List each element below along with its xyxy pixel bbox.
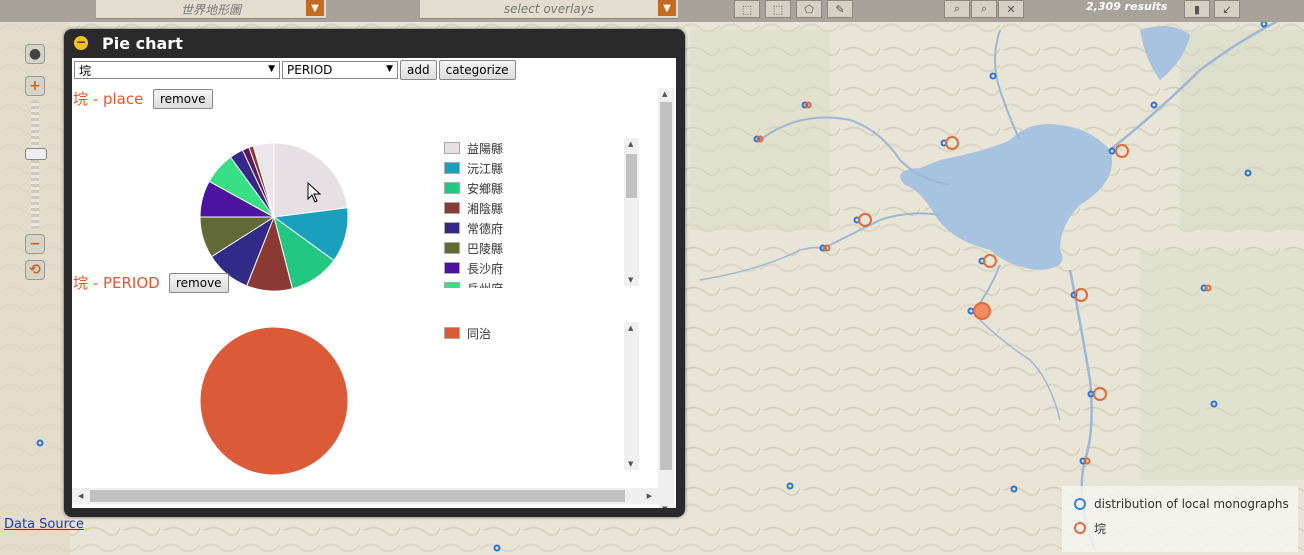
legend-item-label: 益陽縣 xyxy=(467,141,504,156)
pie-controls: 垸 ▼ PERIOD ▼ add categorize xyxy=(74,60,516,80)
circle-icon xyxy=(1074,498,1086,510)
legend-item: 安鄉縣 xyxy=(444,178,540,198)
legend-item-label: 岳州府 xyxy=(467,280,503,289)
add-button[interactable]: add xyxy=(400,60,437,80)
legend-label: distribution of local monographs xyxy=(1094,497,1289,511)
pie-slice[interactable] xyxy=(273,143,348,218)
pie-chart-window: − Pie chart 垸 ▼ PERIOD ▼ add categorize … xyxy=(64,29,685,517)
pane-vertical-scrollbar[interactable]: ▲ ▼ xyxy=(658,88,674,508)
basemap-select-value: 世界地形圖 xyxy=(180,2,241,17)
swatch xyxy=(444,162,460,174)
legend-item-label: 常德府 xyxy=(467,221,504,236)
pie-slice[interactable] xyxy=(200,327,349,476)
scroll-up-icon[interactable]: ▲ xyxy=(662,90,667,98)
legend-item-label: 沅江縣 xyxy=(467,161,504,176)
categorize-button[interactable]: categorize xyxy=(438,60,516,80)
scroll-left-icon[interactable]: ◀ xyxy=(78,492,83,500)
legend-item-label: 安鄉縣 xyxy=(467,181,504,196)
swatch xyxy=(444,242,460,254)
category-select[interactable]: PERIOD ▼ xyxy=(282,61,398,79)
scroll-down-icon[interactable]: ▼ xyxy=(628,276,633,284)
swatch xyxy=(444,262,460,274)
basemap-select[interactable]: 世界地形圖 ▼ xyxy=(96,0,326,19)
field-select-value: 垸 xyxy=(79,63,92,78)
legend-list-place: 益陽縣 沅江縣 安鄉縣 湘陰縣 常德府 巴陵縣 長沙府 岳州府 xyxy=(444,138,540,288)
legend-scrollbar-period[interactable]: ▲ ▼ xyxy=(624,322,639,470)
legend-item: 巴陵縣 xyxy=(444,238,540,258)
scrollbar-thumb[interactable] xyxy=(90,490,625,502)
data-source-link[interactable]: Data Source xyxy=(4,517,84,532)
clear-selection-icon[interactable]: ✎ xyxy=(827,0,853,18)
zoom-out-icon[interactable]: ⌕ xyxy=(971,0,997,18)
pie-chart-pane: 垸 ▼ PERIOD ▼ add categorize 垸 - place re… xyxy=(72,58,676,508)
legend-item: 垸 xyxy=(1062,516,1298,540)
window-title-bar[interactable]: − Pie chart xyxy=(64,29,685,57)
zoom-slider[interactable] xyxy=(25,100,47,230)
legend-item: distribution of local monographs xyxy=(1062,492,1298,516)
overlay-select[interactable]: select overlays ▼ xyxy=(420,0,678,19)
collapse-icon[interactable]: ↙ xyxy=(1214,0,1240,18)
legend-item: 沅江縣 xyxy=(444,158,540,178)
zoom-slider-thumb[interactable] xyxy=(25,148,47,160)
legend-item: 長沙府 xyxy=(444,258,540,278)
select-box-icon[interactable]: ⬚ xyxy=(734,0,760,18)
scroll-down-icon[interactable]: ▼ xyxy=(628,460,633,468)
reset-view-icon[interactable]: ⟲ xyxy=(25,260,45,280)
minimize-icon[interactable]: − xyxy=(74,36,88,50)
circle-icon xyxy=(1074,522,1086,534)
remove-button[interactable]: remove xyxy=(169,273,229,293)
legend-item-label: 湘陰縣 xyxy=(467,201,504,216)
chevron-down-icon: ▼ xyxy=(386,64,393,74)
field-select[interactable]: 垸 ▼ xyxy=(74,61,280,79)
legend-item: 常德府 xyxy=(444,218,540,238)
chevron-down-icon: ▼ xyxy=(268,64,275,74)
legend-item: 湘陰縣 xyxy=(444,198,540,218)
pan-icon[interactable]: ● xyxy=(25,44,45,64)
legend-item-label: 長沙府 xyxy=(467,261,504,276)
pane-horizontal-scrollbar[interactable]: ◀ ▶ xyxy=(72,488,658,504)
legend-item-label: 同治 xyxy=(467,326,492,341)
chevron-down-icon: ▼ xyxy=(306,0,324,16)
swatch xyxy=(444,327,460,339)
zoom-in-icon[interactable]: ⌕ xyxy=(944,0,970,18)
pie-chart-place xyxy=(200,143,349,292)
zoom-control: ● + − ⟲ xyxy=(22,44,48,280)
zoom-out-button[interactable]: − xyxy=(25,234,45,254)
chevron-down-icon: ▼ xyxy=(658,0,676,16)
legend-item: 益陽縣 xyxy=(444,138,540,158)
results-count: 2,309 results xyxy=(1086,0,1168,13)
select-circle-icon[interactable]: ⬚ xyxy=(765,0,791,18)
swatch xyxy=(444,182,460,194)
select-polygon-icon[interactable]: ⬠ xyxy=(796,0,822,18)
section-label: 垸 - PERIOD xyxy=(73,274,160,292)
top-toolbar: 世界地形圖 ▼ select overlays ▼ ⬚ ⬚ ⬠ ✎ ⌕ ⌕ ✕ … xyxy=(0,0,1304,22)
legend-item: 同治 xyxy=(444,323,540,343)
scrollbar-thumb[interactable] xyxy=(626,154,637,198)
scroll-up-icon[interactable]: ▲ xyxy=(628,140,633,148)
swatch xyxy=(444,222,460,234)
scroll-right-icon[interactable]: ▶ xyxy=(647,492,652,500)
cursor-icon xyxy=(307,182,322,203)
swatch xyxy=(444,282,460,288)
close-icon[interactable]: ✕ xyxy=(998,0,1024,18)
scrollbar-thumb[interactable] xyxy=(660,102,672,470)
pie-chart-period xyxy=(200,327,349,476)
swatch xyxy=(444,202,460,214)
remove-button[interactable]: remove xyxy=(153,89,213,109)
scroll-down-icon[interactable]: ▼ xyxy=(662,505,667,508)
legend-item: 岳州府 xyxy=(444,278,540,288)
legend-scrollbar-place[interactable]: ▲ ▼ xyxy=(624,138,639,286)
document-icon[interactable]: ▮ xyxy=(1184,0,1210,18)
zoom-in-button[interactable]: + xyxy=(25,76,45,96)
swatch xyxy=(444,142,460,154)
category-select-value: PERIOD xyxy=(287,63,333,77)
window-title: Pie chart xyxy=(102,33,183,53)
scroll-up-icon[interactable]: ▲ xyxy=(628,324,633,332)
overlay-select-value: select overlays xyxy=(503,2,595,16)
section-label: 垸 - place xyxy=(73,90,144,108)
legend-label: 垸 xyxy=(1094,521,1107,536)
map-legend: distribution of local monographs 垸 xyxy=(1062,486,1298,552)
legend-item-label: 巴陵縣 xyxy=(467,241,504,256)
legend-list-period: 同治 xyxy=(444,323,540,363)
